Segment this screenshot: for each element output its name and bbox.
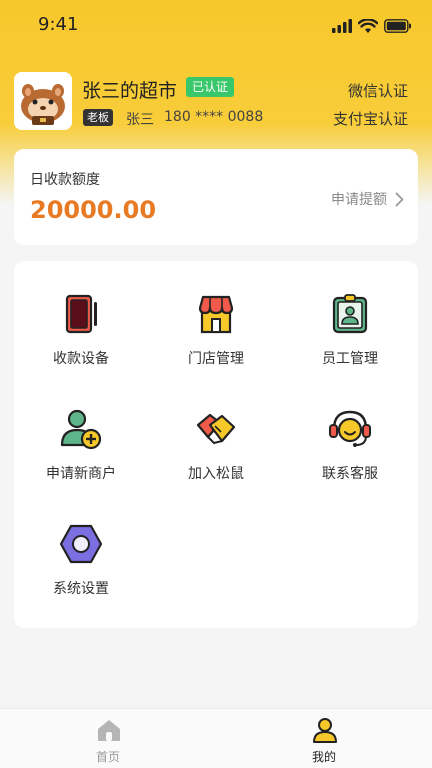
chevron-right-icon	[395, 192, 404, 206]
quota-value: 20000.00	[30, 196, 157, 224]
user-icon	[313, 718, 337, 743]
store-icon	[198, 295, 234, 334]
status-icons	[332, 16, 412, 36]
wifi-icon	[358, 18, 378, 33]
battery-icon	[384, 19, 411, 33]
menu-item-label: 联系客服	[322, 466, 378, 482]
owner-phone: 180 **** 0088	[164, 109, 264, 125]
verified-badge: 已认证	[186, 77, 235, 97]
add-user-icon	[60, 409, 102, 450]
menu-item-store[interactable]: 门店管理	[149, 292, 283, 392]
tab-mine[interactable]: 我的	[216, 709, 432, 768]
menu-item-label: 门店管理	[188, 351, 244, 367]
menu-item-label: 加入松鼠	[188, 466, 244, 482]
daily-quota-card: 日收款额度 20000.00 申请提额	[14, 149, 418, 245]
menu-item-label: 员工管理	[322, 351, 378, 367]
menu-item-label: 系统设置	[53, 581, 109, 597]
tab-home[interactable]: 首页	[0, 709, 216, 768]
menu-grid: 收款设备 门店管理 员工管理 申请新商户 加入松鼠 联系客服 系统设置	[14, 261, 418, 628]
settings-hexagon-icon	[59, 524, 103, 564]
menu-item-label: 收款设备	[53, 351, 109, 367]
status-time: 9:41	[38, 14, 79, 35]
wechat-auth-link[interactable]: 微信认证	[348, 80, 408, 101]
menu-item-employee[interactable]: 员工管理	[283, 292, 417, 392]
menu-item-settings[interactable]: 系统设置	[14, 522, 148, 622]
avatar[interactable]	[14, 72, 72, 130]
merchant-profile: 张三的超市 已认证 老板 张三 180 **** 0088 微信认证 支付宝认证	[14, 72, 418, 130]
quota-label: 日收款额度	[30, 172, 100, 188]
role-badge: 老板	[83, 109, 113, 126]
menu-item-new-merchant[interactable]: 申请新商户	[14, 407, 148, 507]
menu-item-label: 申请新商户	[46, 466, 116, 482]
headset-icon	[329, 410, 371, 447]
store-name: 张三的超市	[82, 80, 178, 102]
menu-item-customer-service[interactable]: 联系客服	[283, 407, 417, 507]
employee-badge-icon	[332, 294, 368, 334]
menu-item-join[interactable]: 加入松鼠	[149, 407, 283, 507]
alipay-auth-link[interactable]: 支付宝认证	[333, 108, 408, 129]
pos-device-icon	[65, 294, 97, 334]
tab-home-label: 首页	[95, 750, 120, 764]
tab-mine-label: 我的	[311, 750, 336, 764]
status-bar: 9:41	[0, 0, 432, 50]
menu-item-pos-device[interactable]: 收款设备	[14, 292, 148, 392]
squirrel-avatar-icon	[14, 72, 72, 130]
home-icon	[98, 720, 120, 741]
signal-icon	[332, 19, 352, 33]
bottom-tab-bar: 首页 我的	[0, 708, 432, 768]
apply-quota-label: 申请提额	[331, 192, 387, 208]
apply-quota-button[interactable]: 申请提额	[331, 189, 404, 209]
handshake-icon	[196, 413, 236, 445]
owner-name: 张三	[126, 112, 154, 128]
